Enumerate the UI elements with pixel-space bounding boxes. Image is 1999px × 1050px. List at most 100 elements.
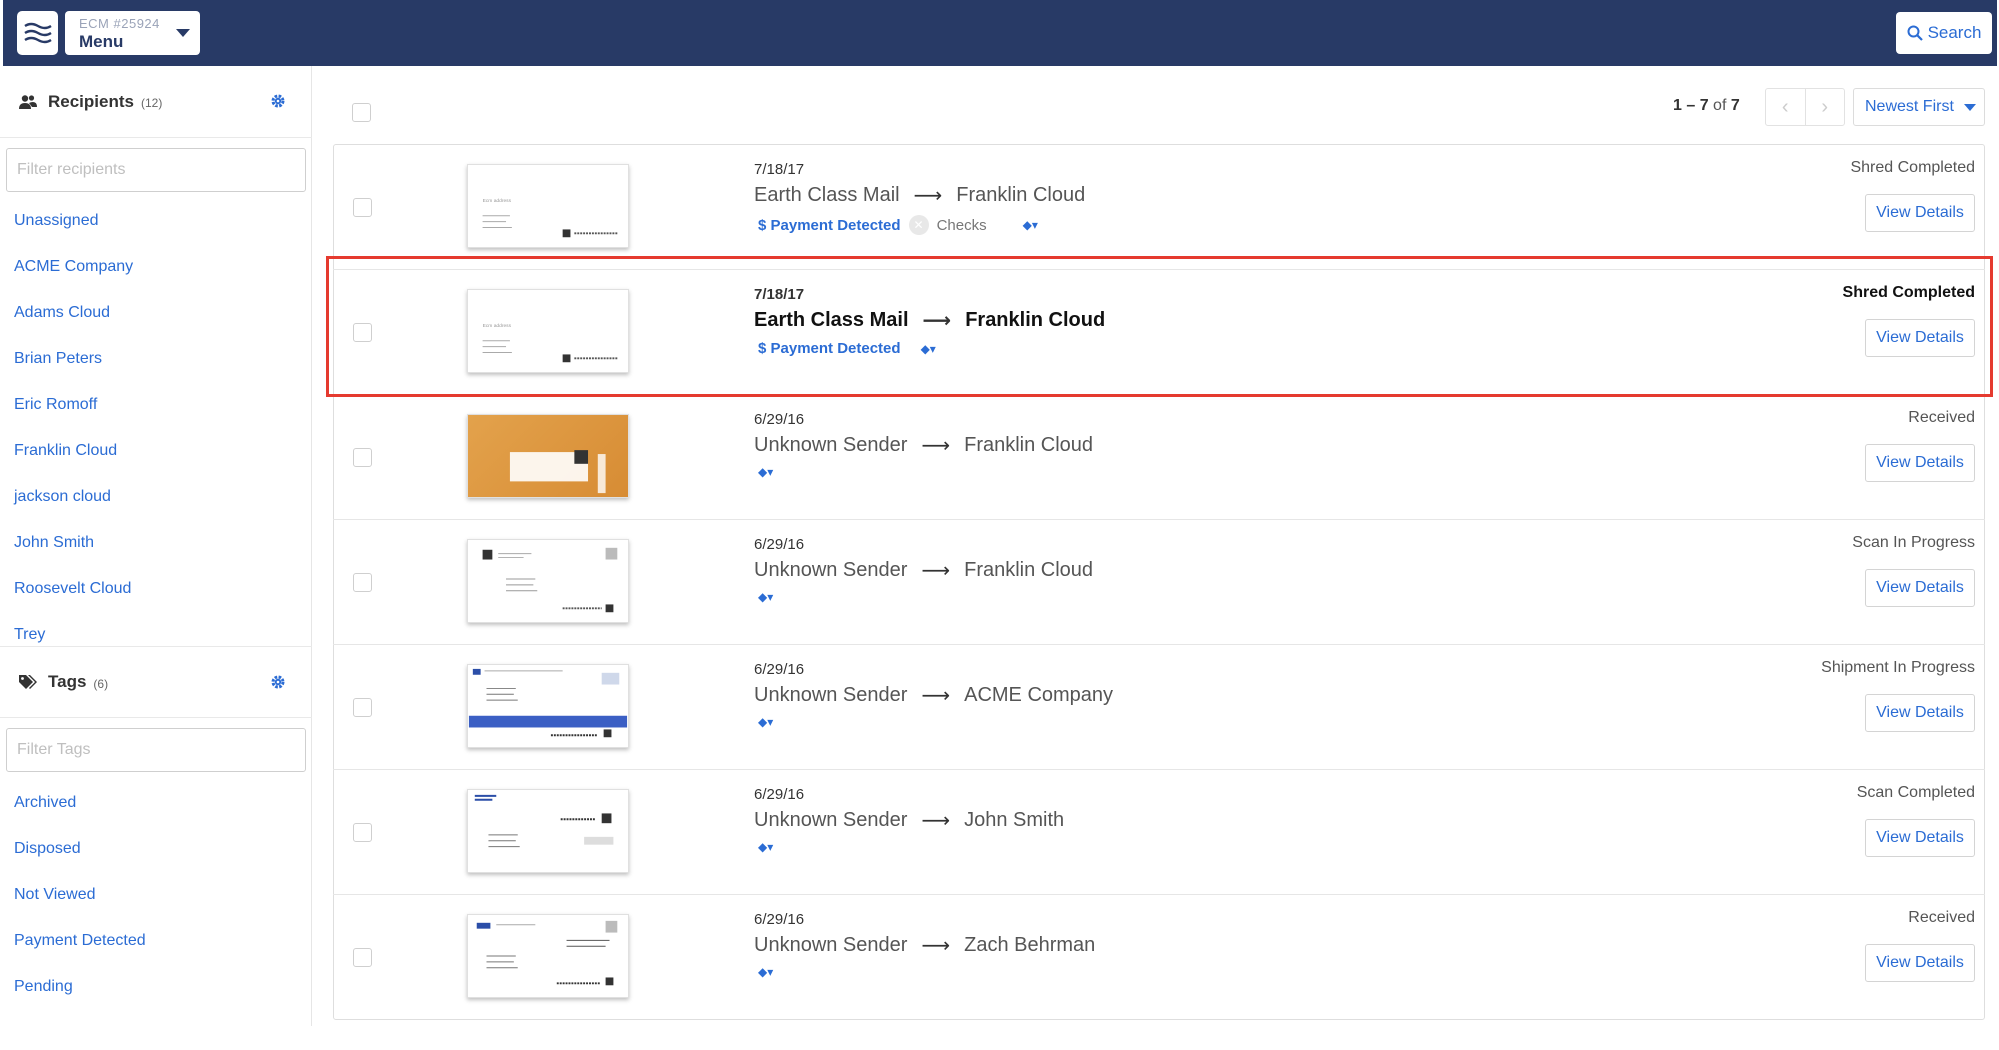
checks-label: Checks (936, 216, 987, 234)
gear-icon[interactable] (270, 674, 286, 690)
envelope-thumbnail[interactable] (467, 414, 629, 498)
tag-dropdown-icon[interactable]: ◆▾ (921, 342, 936, 356)
status-text: Scan Completed (1856, 784, 1975, 801)
view-details-button[interactable]: View Details (1865, 944, 1975, 982)
status-text: Received (1908, 909, 1975, 926)
mail-row[interactable]: 6/29/16 Unknown Sender ⟶ Franklin Cloud … (333, 395, 1985, 520)
mail-row[interactable]: 6/29/16 Unknown Sender ⟶ John Smith ◆▾ S… (333, 770, 1985, 895)
tag-item-disposed[interactable]: Disposed (0, 826, 312, 872)
envelope-thumbnail[interactable] (467, 789, 629, 873)
tag-dropdown-icon[interactable]: ◆▾ (758, 840, 773, 854)
envelope-thumbnail[interactable]: Ecm address (467, 164, 629, 248)
tag-dropdown-icon[interactable]: ◆▾ (758, 965, 773, 979)
row-checkbox[interactable] (353, 698, 372, 717)
tag-item-payment-detected[interactable]: Payment Detected (0, 918, 312, 964)
recipient-item-roosevelt-cloud[interactable]: Roosevelt Cloud (0, 566, 312, 612)
row-checkbox[interactable] (353, 323, 372, 342)
tag-item-not-viewed[interactable]: Not Viewed (0, 872, 312, 918)
row-checkbox[interactable] (353, 448, 372, 467)
recipient-item-adams-cloud[interactable]: Adams Cloud (0, 290, 312, 336)
row-checkbox[interactable] (353, 198, 372, 217)
row-checkbox[interactable] (353, 573, 372, 592)
mail-sender: Earth Class Mail (754, 309, 909, 331)
search-icon (1907, 25, 1923, 41)
search-button[interactable]: Search (1896, 12, 1992, 54)
mail-sender: Unknown Sender (754, 809, 908, 831)
view-details-button[interactable]: View Details (1865, 569, 1975, 607)
account-menu-dropdown[interactable]: ECM #25924 Menu (65, 11, 200, 55)
recipients-title: Recipients (48, 91, 134, 111)
pagination-controls: ‹ › (1765, 88, 1845, 126)
mail-sender: Earth Class Mail (754, 184, 900, 206)
mail-row[interactable]: 6/29/16 Unknown Sender ⟶ Franklin Cloud … (333, 520, 1985, 645)
pagination-info: 1 – 7 of 7 (1673, 97, 1740, 115)
envelope-thumbnail[interactable] (467, 914, 629, 998)
mail-route: Unknown Sender ⟶ John Smith (754, 808, 1064, 833)
recipient-item-john-smith[interactable]: John Smith (0, 520, 312, 566)
chevron-down-icon (1964, 104, 1976, 111)
mail-sender: Unknown Sender (754, 684, 908, 706)
envelope-thumbnail[interactable] (467, 539, 629, 623)
envelope-thumbnail[interactable]: Ecm address (467, 289, 629, 373)
view-details-button[interactable]: View Details (1865, 694, 1975, 732)
mail-row[interactable]: Ecm address 7/18/17 Earth Class Mail ⟶ F… (333, 145, 1985, 270)
view-details-button[interactable]: View Details (1865, 194, 1975, 232)
mail-sender: Unknown Sender (754, 934, 908, 956)
select-all-checkbox[interactable] (352, 103, 371, 122)
tag-dropdown-icon[interactable]: ◆▾ (758, 715, 773, 729)
row-checkbox[interactable] (353, 948, 372, 967)
mail-recipient: Zach Behrman (964, 934, 1096, 956)
recipients-count: (12) (140, 96, 163, 110)
app-menu-button[interactable] (17, 11, 58, 55)
tag-dropdown-icon[interactable]: ◆▾ (758, 465, 773, 479)
mail-row[interactable]: 6/29/16 Unknown Sender ⟶ ACME Company ◆▾… (333, 645, 1985, 770)
filter-recipients-input[interactable] (6, 148, 306, 192)
menu-label: Menu (79, 32, 124, 51)
account-id: ECM #25924 (79, 16, 160, 31)
mail-route: Unknown Sender ⟶ ACME Company (754, 683, 1113, 708)
tag-item-pending[interactable]: Pending (0, 964, 312, 1010)
mail-meta: $ Payment Detected ◆▾ (758, 340, 936, 357)
recipient-item-brian-peters[interactable]: Brian Peters (0, 336, 312, 382)
arrow-right-icon: ⟶ (921, 810, 951, 832)
svg-text:Ecm address: Ecm address (483, 323, 512, 329)
recipient-item-unassigned[interactable]: Unassigned (0, 198, 312, 244)
tags-title: Tags (48, 672, 87, 691)
recipient-item-jackson-cloud[interactable]: jackson cloud (0, 474, 312, 520)
mail-recipient: Franklin Cloud (965, 309, 1106, 331)
view-details-button[interactable]: View Details (1865, 819, 1975, 857)
tag-item-archived[interactable]: Archived (0, 780, 312, 826)
view-details-button[interactable]: View Details (1865, 444, 1975, 482)
mail-date: 7/18/17 (754, 286, 805, 303)
tags-header: Tags (6) (0, 646, 312, 718)
tags-count: (6) (93, 676, 109, 691)
row-checkbox[interactable] (353, 823, 372, 842)
sort-dropdown[interactable]: Newest First (1853, 88, 1985, 126)
mail-row[interactable]: 6/29/16 Unknown Sender ⟶ Zach Behrman ◆▾… (333, 895, 1985, 1020)
sidebar: Recipients (12) Unassigned ACME Company … (0, 66, 312, 1026)
status-text: Shipment In Progress (1821, 659, 1975, 676)
chevron-right-icon[interactable]: › (1806, 89, 1845, 125)
mail-date: 6/29/16 (754, 536, 805, 553)
tag-dropdown-icon[interactable]: ◆▾ (758, 590, 773, 604)
recipient-item-eric-romoff[interactable]: Eric Romoff (0, 382, 312, 428)
filter-tags-input[interactable] (6, 728, 306, 772)
arrow-right-icon: ⟶ (913, 185, 943, 207)
chevron-left-icon[interactable]: ‹ (1766, 89, 1806, 125)
view-details-button[interactable]: View Details (1865, 319, 1975, 357)
mail-date: 6/29/16 (754, 411, 805, 428)
mail-meta: ◆▾ (758, 840, 773, 854)
waves-logo-icon (23, 22, 52, 44)
recipient-item-franklin-cloud[interactable]: Franklin Cloud (0, 428, 312, 474)
mail-row[interactable]: Ecm address 7/18/17 Earth Class Mail ⟶ F… (333, 270, 1985, 395)
tags-icon (18, 673, 38, 691)
tags-list: Archived Disposed Not Viewed Payment Det… (0, 780, 312, 1010)
recipient-item-acme-company[interactable]: ACME Company (0, 244, 312, 290)
status-text: Received (1908, 409, 1975, 426)
tag-dropdown-icon[interactable]: ◆▾ (1023, 218, 1038, 232)
users-icon (18, 93, 38, 111)
gear-icon[interactable] (270, 93, 286, 109)
payment-detected-badge: $ Payment Detected (758, 216, 901, 234)
mail-meta: ◆▾ (758, 715, 773, 729)
envelope-thumbnail[interactable] (467, 664, 629, 748)
